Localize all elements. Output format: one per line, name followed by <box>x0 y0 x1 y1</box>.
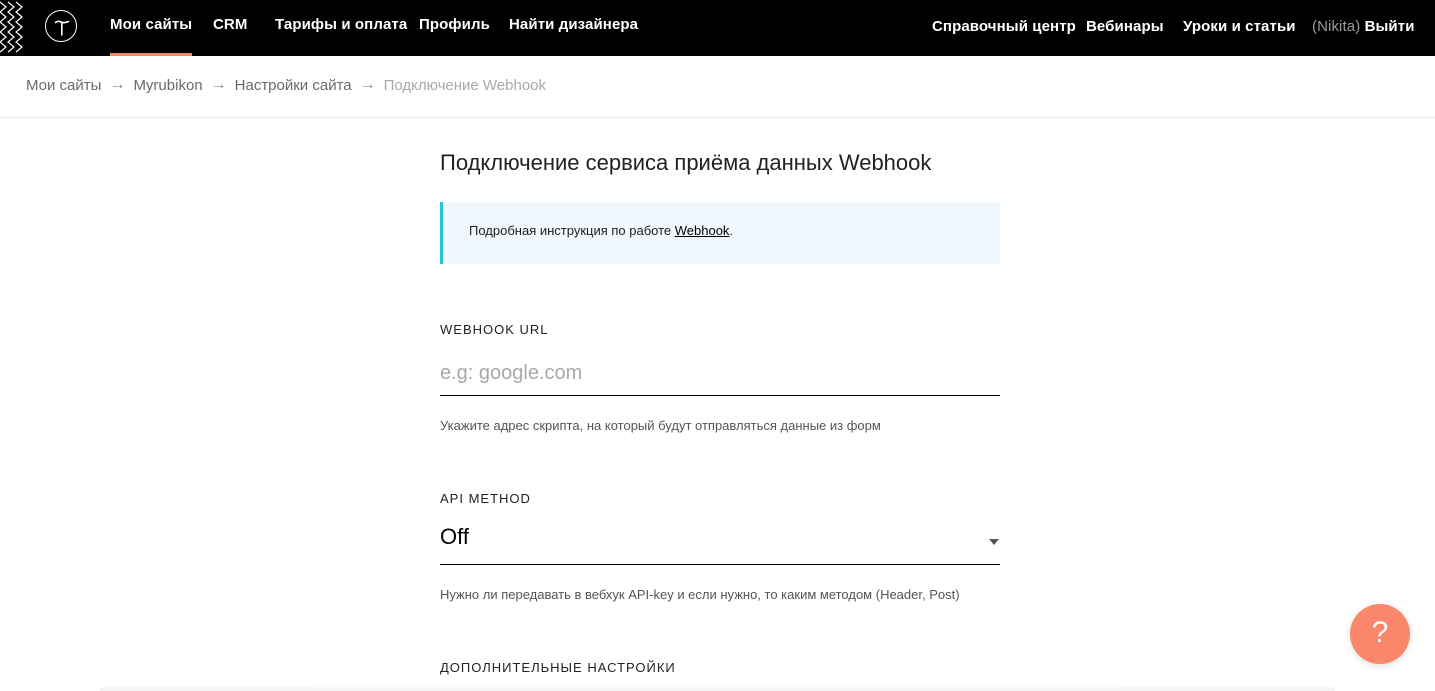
user-logout[interactable]: (Nikita) Выйти <box>1312 18 1415 35</box>
dropdown-arrow-icon <box>989 539 999 545</box>
question-mark-icon: ? <box>1371 616 1389 649</box>
info-text-before: Подробная инструкция по работе <box>469 223 675 238</box>
webhook-url-input[interactable] <box>440 352 1000 396</box>
webhook-url-hint: Укажите адрес скрипта, на который будут … <box>440 418 881 433</box>
nav-tariffs[interactable]: Тарифы и оплата <box>275 16 407 33</box>
webhook-url-label: WEBHOOK URL <box>440 322 549 337</box>
extra-settings-label[interactable]: ДОПОЛНИТЕЛЬНЫЕ НАСТРОЙКИ <box>440 660 676 675</box>
nav-help-center[interactable]: Справочный центр <box>932 18 1076 35</box>
breadcrumb-current: Подключение Webhook <box>383 76 547 94</box>
breadcrumb: Мои сайты → Myrubikon → Настройки сайта → Подк… <box>26 76 546 96</box>
user-name: (Nikita) <box>1312 18 1361 35</box>
info-text: Подробная инструкция по работе Webhook. <box>469 223 733 238</box>
api-method-select[interactable]: Off <box>440 521 1000 565</box>
nav-my-sites[interactable]: Мои сайты <box>110 16 193 56</box>
breadcrumb-site-settings[interactable]: Настройки сайта <box>235 77 352 94</box>
webhook-instruction-link[interactable]: Webhook <box>675 223 730 238</box>
help-button[interactable]: ? <box>1350 604 1410 664</box>
api-method-hint: Нужно ли передавать в вебхук API-key и е… <box>440 587 960 602</box>
info-text-after: . <box>729 223 734 238</box>
breadcrumb-arrow-icon: → <box>359 76 376 94</box>
nav-crm[interactable]: CRM <box>213 16 247 33</box>
nav-lessons[interactable]: Уроки и статьи <box>1183 18 1296 35</box>
breadcrumb-my-sites[interactable]: Мои сайты <box>26 77 101 94</box>
logout-button[interactable]: Выйти <box>1365 18 1415 35</box>
breadcrumb-arrow-icon: → <box>109 76 126 94</box>
nav-profile[interactable]: Профиль <box>419 16 490 33</box>
tilda-t-logo-icon[interactable] <box>45 10 77 42</box>
nav-webinars[interactable]: Вебинары <box>1086 18 1164 35</box>
bottom-panel-shadow <box>100 684 1335 691</box>
api-method-selected-value: Off <box>440 524 469 549</box>
top-navigation-bar: Мои сайты CRM Тарифы и оплата Профиль На… <box>0 0 1435 56</box>
zigzag-pattern-icon <box>0 1 23 53</box>
header-divider <box>0 117 1435 118</box>
nav-find-designer[interactable]: Найти дизайнера <box>509 16 638 33</box>
breadcrumb-arrow-icon: → <box>210 76 227 94</box>
breadcrumb-project[interactable]: Myrubikon <box>133 77 202 94</box>
page-title: Подключение сервиса приёма данных Webhoo… <box>440 150 932 175</box>
api-method-label: API METHOD <box>440 491 531 506</box>
info-box: Подробная инструкция по работе Webhook. <box>440 202 1000 264</box>
